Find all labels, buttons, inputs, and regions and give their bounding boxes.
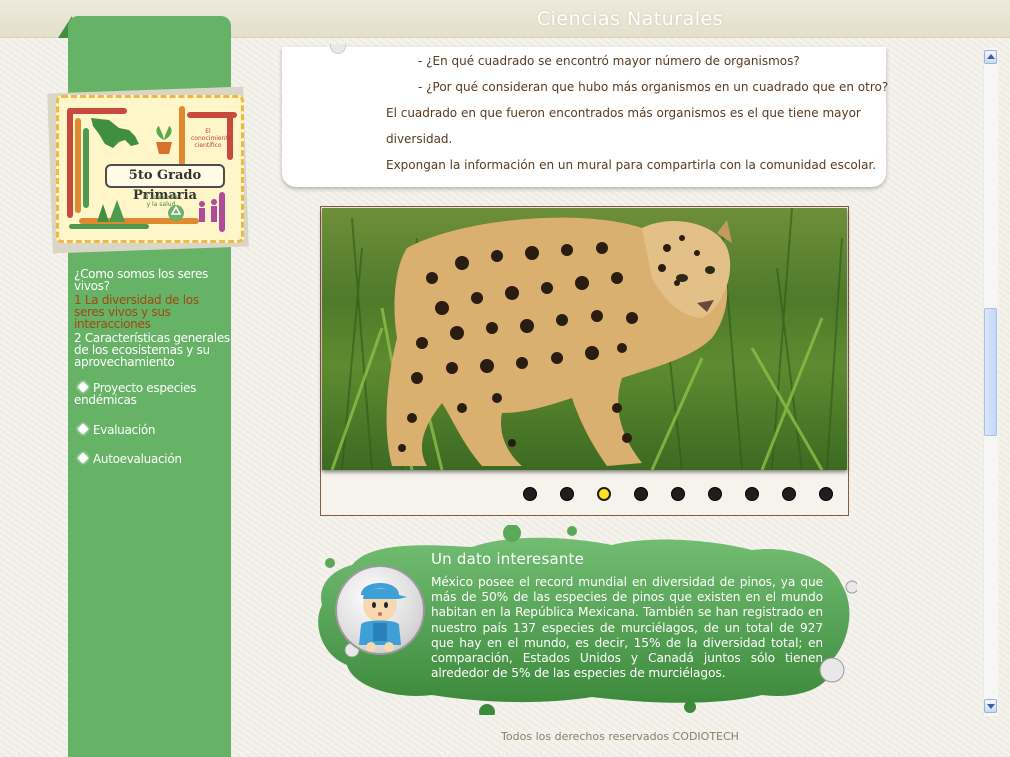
nav-item-label: Proyecto especies endémicas [74,381,197,407]
app-title: Ciencias Naturales [536,8,724,30]
paragraph-line-2: diversidad. [386,132,453,146]
question-line-2: - ¿Por qué consideran que hubo más organ… [418,80,889,94]
fact-text: México posee el record mundial en divers… [431,575,823,681]
slide-dot[interactable] [634,487,648,501]
slide-dot[interactable] [560,487,574,501]
nav-item-label: Autoevaluación [93,452,182,466]
child-avatar-icon [359,583,407,652]
paragraph-line-1: El cuadrado en que fueron encontrados má… [386,106,861,120]
slide-dot[interactable] [671,487,685,501]
diamond-bullet-icon [77,381,89,393]
nav-item-label: 1 La diversidad de los seres vivos y sus… [74,293,199,331]
slide-dot[interactable] [745,487,759,501]
slide-dot-active[interactable] [597,487,611,501]
diamond-bullet-icon [77,452,89,464]
badge-tag-top: El conocimiento científico [191,128,232,149]
footer-copyright: Todos los derechos reservados CODIOTECH [501,730,739,743]
mexico-map-icon [91,118,139,148]
paragraph-line-3: Expongan la información en un mural para… [386,158,877,172]
recycle-icon [168,205,184,221]
scroll-up-button[interactable] [984,50,997,64]
slide-dot[interactable] [523,487,537,501]
jaguar-photo [322,208,847,470]
slide-dot[interactable] [819,487,833,501]
people-icon [199,199,217,222]
nav-item-label: Evaluación [93,423,156,437]
nav-item-ecosistemas[interactable]: 2 Características generales de los ecosi… [74,332,232,368]
jaguar-illustration [330,208,843,470]
nav-item-seres-vivos[interactable]: ¿Como somos los seres vivos? [74,268,232,292]
nav-item-label: 2 Características generales de los ecosi… [74,331,230,369]
nav-item-label: ¿Como somos los seres vivos? [74,267,209,293]
nav-item-evaluacion[interactable]: Evaluación [74,423,232,437]
grade-badge: El conocimiento científico 5to Grado Pri… [56,95,244,243]
badge-title: 5to Grado Primaria [105,164,225,203]
slide-dot[interactable] [782,487,796,501]
nav-item-autoevaluacion[interactable]: Autoevaluación [74,452,232,466]
scrollbar-thumb[interactable] [984,308,997,436]
plant-icon [156,126,172,154]
scroll-down-button[interactable] [984,699,997,713]
avatar [335,565,425,655]
nav-item-proyecto[interactable]: Proyecto especies endémicas [74,381,232,407]
slide-dot[interactable] [708,487,722,501]
trees-icon [97,200,125,222]
arrow-up-icon [987,54,995,59]
arrow-down-icon [987,704,995,709]
fact-title: Un dato interesante [431,550,585,568]
nav-item-diversidad[interactable]: 1 La diversidad de los seres vivos y sus… [74,294,232,330]
diamond-bullet-icon [77,423,89,435]
question-line-1: - ¿En qué cuadrado se encontró mayor núm… [418,54,800,68]
